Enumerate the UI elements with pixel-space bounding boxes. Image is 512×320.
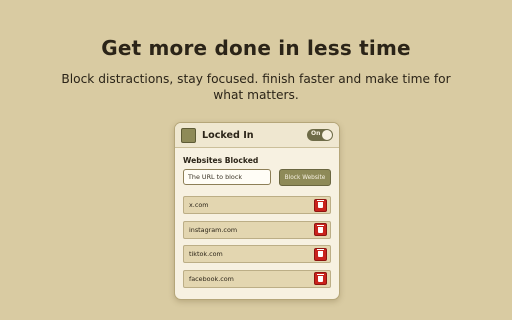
- delete-site-button[interactable]: [314, 223, 327, 236]
- app-logo-icon: [181, 127, 196, 143]
- trash-icon: [317, 273, 324, 282]
- trash-icon: [317, 200, 324, 208]
- blocked-site-item: facebook.com: [183, 269, 331, 288]
- blocked-site-item: instagram.com: [183, 220, 331, 239]
- extension-popup: Locked In On Websites Blocked Block Webs…: [174, 122, 340, 300]
- toggle-label: On: [311, 130, 321, 137]
- delete-site-button[interactable]: [314, 247, 327, 261]
- blocked-site-item: x.com: [183, 196, 331, 214]
- page-headline: Get more done in less time: [101, 36, 411, 60]
- page: Get more done in less time Block distrac…: [0, 0, 512, 320]
- url-input[interactable]: [183, 169, 271, 185]
- blocked-site-list: x.com instagram.com tiktok.com facebook.…: [183, 196, 331, 294]
- site-name: x.com: [189, 201, 209, 209]
- page-subline: Block distractions, stay focused. finish…: [61, 72, 451, 102]
- block-website-button[interactable]: Block Website: [279, 169, 331, 186]
- toggle-knob: [322, 130, 332, 140]
- popup-header: Locked In On: [175, 123, 339, 148]
- site-name: instagram.com: [189, 225, 238, 234]
- trash-icon: [317, 249, 324, 257]
- site-name: tiktok.com: [189, 250, 223, 258]
- blocked-site-item: tiktok.com: [183, 245, 331, 263]
- app-title: Locked In: [202, 129, 254, 141]
- enable-toggle[interactable]: On: [307, 129, 333, 141]
- trash-icon: [317, 224, 324, 233]
- delete-site-button[interactable]: [314, 198, 327, 212]
- section-title: Websites Blocked: [183, 156, 259, 165]
- site-name: facebook.com: [189, 274, 234, 283]
- delete-site-button[interactable]: [314, 272, 327, 285]
